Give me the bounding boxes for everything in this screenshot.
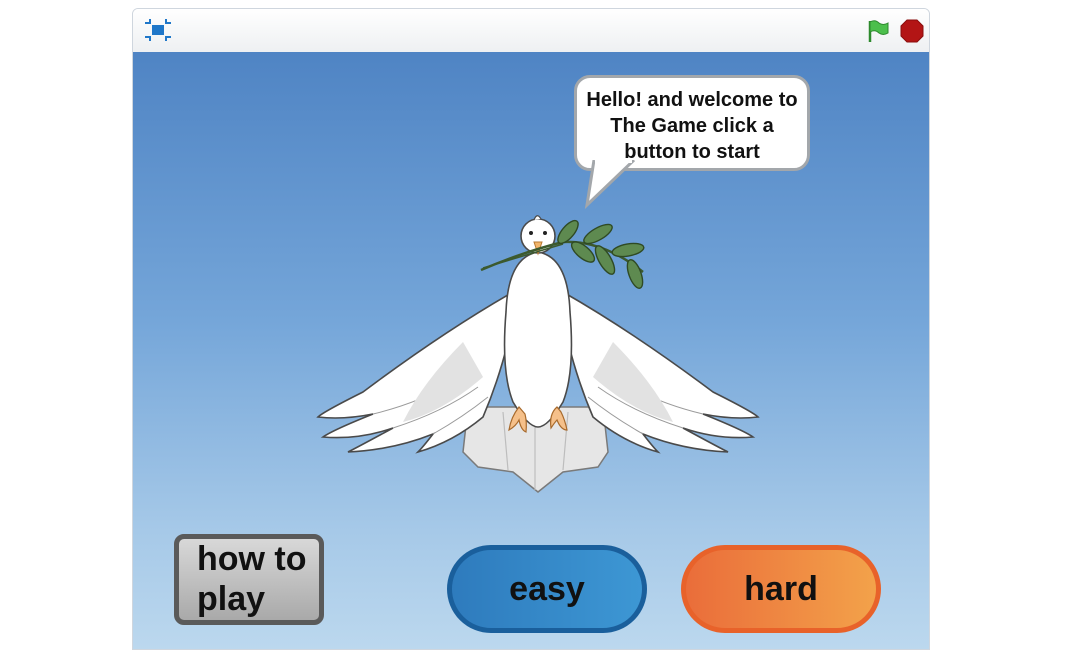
- fullscreen-button[interactable]: [143, 17, 173, 43]
- how-to-play-button[interactable]: how to play: [174, 534, 324, 625]
- dove-sprite[interactable]: [313, 202, 763, 512]
- easy-button[interactable]: easy: [447, 545, 647, 633]
- game-stage[interactable]: Hello! and welcome to The Game click a b…: [133, 52, 929, 649]
- hard-button[interactable]: hard: [681, 545, 881, 633]
- fullscreen-icon: [145, 19, 171, 41]
- stop-icon: [900, 19, 924, 43]
- green-flag-icon: [868, 20, 889, 42]
- stop-button[interactable]: [899, 18, 925, 44]
- speech-bubble-tail: [584, 160, 636, 210]
- player-toolbar: [133, 9, 929, 53]
- game-player: Hello! and welcome to The Game click a b…: [132, 8, 930, 650]
- speech-bubble: Hello! and welcome to The Game click a b…: [574, 75, 810, 171]
- green-flag-button[interactable]: [865, 18, 891, 44]
